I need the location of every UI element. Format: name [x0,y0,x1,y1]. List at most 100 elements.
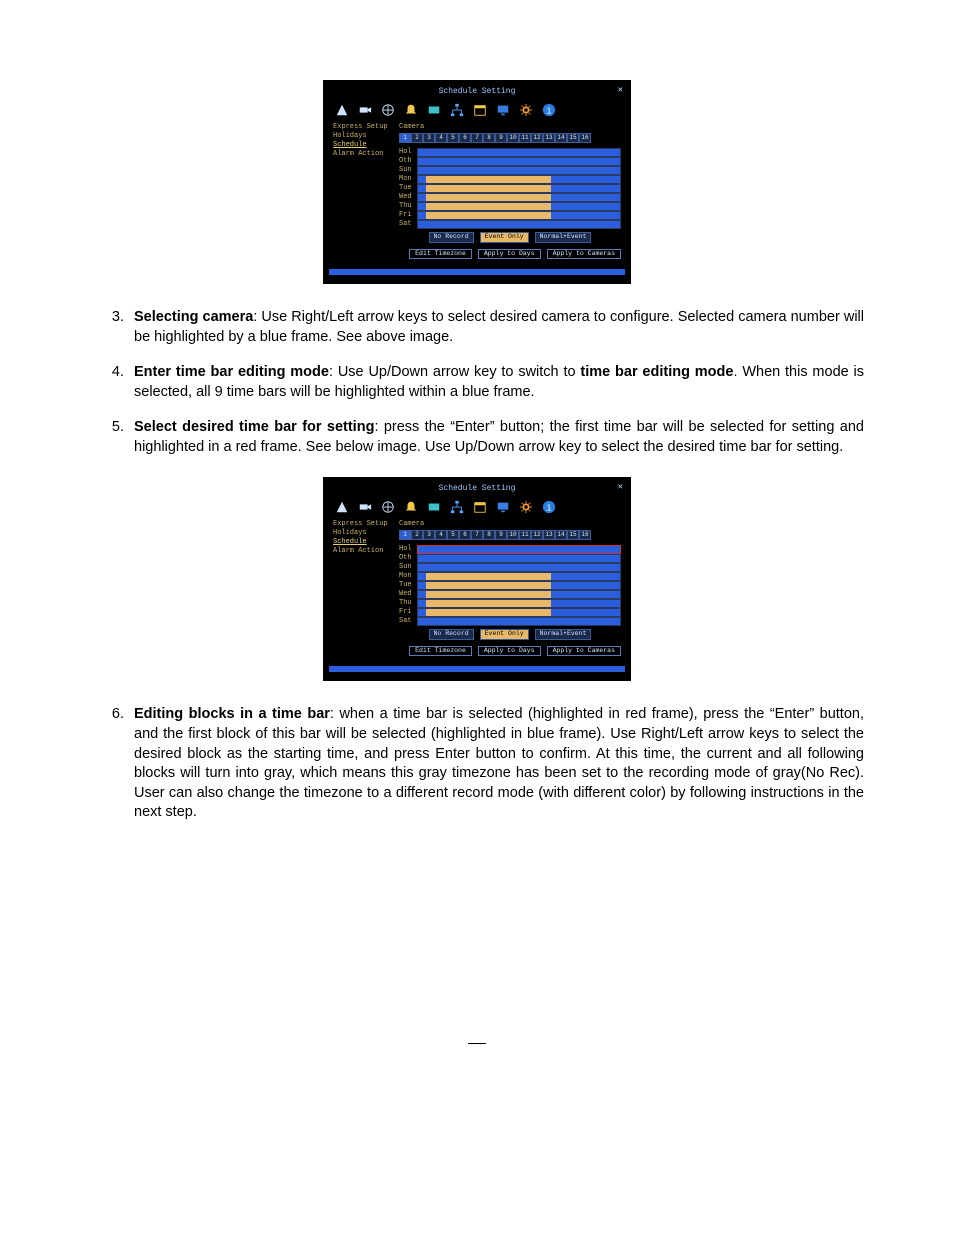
camera-label: Camera [399,124,621,131]
timebar-wed[interactable] [417,590,621,599]
timebar-grid[interactable]: Hol Oth Sun Mon Tue Wed Thu Fri Sat [399,148,621,228]
timebar-tue[interactable] [417,581,621,590]
camera-12[interactable]: 12 [531,530,543,540]
camera-2[interactable]: 2 [411,133,423,143]
camera-icon[interactable] [358,500,372,514]
timebar-mon[interactable] [417,572,621,581]
info-icon[interactable]: i [542,103,556,117]
camera-16[interactable]: 16 [579,530,591,540]
network-icon[interactable] [450,103,464,117]
sidebar: Express Setup Holidays Schedule Alarm Ac… [333,124,393,259]
timebar-thu[interactable] [417,599,621,608]
timebar-grid[interactable]: Hol Oth Sun Mon Tue Wed Thu Fri Sat [399,545,621,625]
apply-to-cameras-button[interactable]: Apply to Cameras [547,249,621,260]
camera-14[interactable]: 14 [555,530,567,540]
bell-icon[interactable] [404,500,418,514]
camera-3[interactable]: 3 [423,530,435,540]
sidebar-item-schedule[interactable]: Schedule [333,142,393,149]
info-icon[interactable]: i [542,500,556,514]
apply-to-days-button[interactable]: Apply to Days [478,646,541,657]
camera-6[interactable]: 6 [459,133,471,143]
camera-9[interactable]: 9 [495,530,507,540]
camera-4[interactable]: 4 [435,530,447,540]
timebar-tue[interactable] [417,184,621,193]
camera-10[interactable]: 10 [507,133,519,143]
instruction-list-2: 6. Editing blocks in a time bar: when a … [90,705,864,822]
camera-8[interactable]: 8 [483,133,495,143]
schedule-setting-screenshot-2: Schedule Setting ✕ i Express Setup Holid… [323,477,631,681]
edit-timezone-button[interactable]: Edit Timezone [409,249,472,260]
camera-1[interactable]: 1 [399,530,411,540]
sidebar-item-holidays[interactable]: Holidays [333,133,393,140]
camera-11[interactable]: 11 [519,133,531,143]
timebar-sat[interactable] [417,220,621,229]
monitor-icon[interactable] [496,103,510,117]
globe-icon[interactable] [381,500,395,514]
camera-4[interactable]: 4 [435,133,447,143]
instruction-3: 3. Selecting camera: Use Right/Left arro… [90,308,864,347]
network-icon[interactable] [450,500,464,514]
apply-to-cameras-button[interactable]: Apply to Cameras [547,646,621,657]
camera-13[interactable]: 13 [543,133,555,143]
sidebar-item-express[interactable]: Express Setup [333,124,393,131]
window-title: Schedule Setting ✕ [329,483,625,495]
camera-2[interactable]: 2 [411,530,423,540]
camera-8[interactable]: 8 [483,530,495,540]
bell-icon[interactable] [404,103,418,117]
triangle-icon[interactable] [335,500,349,514]
close-icon[interactable]: ✕ [618,483,623,492]
edit-timezone-button[interactable]: Edit Timezone [409,646,472,657]
sidebar: Express Setup Holidays Schedule Alarm Ac… [333,521,393,656]
camera-9[interactable]: 9 [495,133,507,143]
timebar-wed[interactable] [417,193,621,202]
sidebar-item-alarm[interactable]: Alarm Action [333,548,393,555]
timebar-mon[interactable] [417,175,621,184]
record-icon[interactable] [427,500,441,514]
sidebar-item-express[interactable]: Express Setup [333,521,393,528]
monitor-icon[interactable] [496,500,510,514]
camera-11[interactable]: 11 [519,530,531,540]
sidebar-item-schedule[interactable]: Schedule [333,539,393,546]
camera-15[interactable]: 15 [567,133,579,143]
camera-7[interactable]: 7 [471,133,483,143]
globe-icon[interactable] [381,103,395,117]
legend-no-record: No Record [429,232,474,243]
sidebar-item-alarm[interactable]: Alarm Action [333,151,393,158]
camera-selector[interactable]: 1 2 3 4 5 6 7 8 9 10 11 12 13 14 15 16 [399,133,621,143]
camera-14[interactable]: 14 [555,133,567,143]
gear-icon[interactable] [519,500,533,514]
camera-3[interactable]: 3 [423,133,435,143]
schedule-icon[interactable] [473,500,487,514]
camera-10[interactable]: 10 [507,530,519,540]
camera-1[interactable]: 1 [399,133,411,143]
camera-selector[interactable]: 1 2 3 4 5 6 7 8 9 10 11 12 13 14 15 16 [399,530,621,540]
timebar-sat[interactable] [417,617,621,626]
camera-13[interactable]: 13 [543,530,555,540]
timebar-oth[interactable] [417,554,621,563]
close-icon[interactable]: ✕ [618,86,623,95]
timebar-sun[interactable] [417,563,621,572]
camera-16[interactable]: 16 [579,133,591,143]
sidebar-item-holidays[interactable]: Holidays [333,530,393,537]
timebar-fri[interactable] [417,608,621,617]
camera-5[interactable]: 5 [447,133,459,143]
svg-text:i: i [546,504,551,514]
schedule-icon[interactable] [473,103,487,117]
record-icon[interactable] [427,103,441,117]
apply-to-days-button[interactable]: Apply to Days [478,249,541,260]
camera-6[interactable]: 6 [459,530,471,540]
timebar-thu[interactable] [417,202,621,211]
timebar-hol[interactable] [417,148,621,157]
timebar-oth[interactable] [417,157,621,166]
camera-15[interactable]: 15 [567,530,579,540]
gear-icon[interactable] [519,103,533,117]
timebar-sun[interactable] [417,166,621,175]
triangle-icon[interactable] [335,103,349,117]
instruction-5: 5. Select desired time bar for setting: … [90,418,864,457]
timebar-hol-selected[interactable] [417,545,621,554]
camera-5[interactable]: 5 [447,530,459,540]
camera-icon[interactable] [358,103,372,117]
camera-7[interactable]: 7 [471,530,483,540]
camera-12[interactable]: 12 [531,133,543,143]
timebar-fri[interactable] [417,211,621,220]
